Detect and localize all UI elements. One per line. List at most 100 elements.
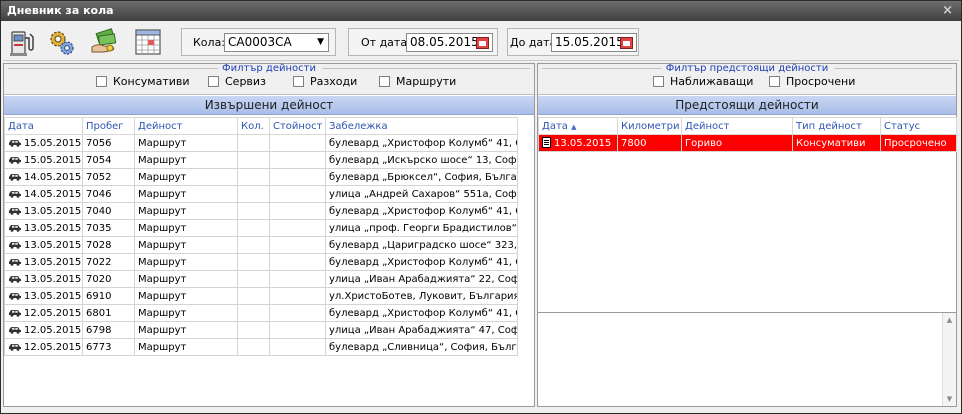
table-row[interactable]: 15.05.2015 7054 Маршрут булевард „Искърско …: [4, 151, 518, 169]
scroll-up-icon[interactable]: ▲: [945, 316, 954, 324]
car-icon: [9, 292, 21, 300]
empty-row: [5, 356, 518, 373]
mileage-cell: 7040: [82, 202, 135, 220]
table-row[interactable]: 13.05.2015 7040 Маршрут булевард „Христофор…: [4, 202, 518, 220]
date-value: 14.05.2015: [24, 188, 82, 200]
value-cell: [269, 219, 326, 237]
table-row[interactable]: 13.05.2015 7022 Маршрут булевард „Христофор…: [4, 253, 518, 271]
money-hand-icon[interactable]: [89, 27, 119, 57]
checkbox-consumables[interactable]: Консумативи: [96, 75, 190, 89]
column-header-status[interactable]: Статус: [880, 117, 957, 135]
details-area: ▲ ▼: [538, 312, 956, 406]
calendar-grid-icon[interactable]: [133, 27, 163, 57]
calendar-icon[interactable]: [476, 37, 489, 49]
from-date-field[interactable]: 08.05.2015: [406, 33, 493, 52]
date-value: 12.05.2015: [24, 324, 82, 336]
mileage-cell: 6910: [82, 287, 135, 305]
table-row[interactable]: 15.05.2015 7056 Маршрут булевард „Христофор…: [4, 134, 518, 152]
date-value: 12.05.2015: [24, 341, 82, 353]
column-header-qty[interactable]: Кол.: [237, 117, 270, 135]
checkbox-routes[interactable]: Маршрути: [379, 75, 456, 89]
value-cell: [269, 270, 326, 288]
from-date-group: От дата: 08.05.2015: [348, 28, 498, 56]
table-row[interactable]: 12.05.2015 6798 Маршрут улица „Иван Арабадж…: [4, 321, 518, 339]
activity-cell: Маршрут: [134, 151, 238, 169]
column-header-date[interactable]: Дата: [4, 117, 83, 135]
table-row[interactable]: 13.05.2015 7028 Маршрут булевард „Цариградс…: [4, 236, 518, 254]
qty-cell: [237, 151, 270, 169]
to-date-field[interactable]: 15.05.2015: [551, 33, 637, 52]
table-row[interactable]: 14.05.2015 7046 Маршрут улица „Андрей Сахар…: [4, 185, 518, 203]
upcoming-activities-table: Дата ▲ Километри Дейност Тип дейност Ста…: [538, 117, 957, 152]
column-header-type[interactable]: Тип дейност: [792, 117, 881, 135]
date-cell: 13.05.2015: [4, 202, 83, 220]
column-header-activity[interactable]: Дейност: [134, 117, 238, 135]
date-value: 13.05.2015: [24, 273, 82, 285]
car-icon: [9, 173, 21, 181]
date-cell: 15.05.2015: [4, 134, 83, 152]
date-value: 13.05.2015: [24, 256, 82, 268]
note-cell: булевард „Христофор Колумб“ 41, Соф: [325, 304, 518, 322]
completed-activities-panel: Филтър дейности Консумативи Сервиз Разхо…: [3, 63, 535, 407]
table-row[interactable]: 12.05.2015 6801 Маршрут булевард „Христофор…: [4, 304, 518, 322]
mileage-cell: 7035: [82, 219, 135, 237]
qty-cell: [237, 185, 270, 203]
empty-row: [5, 373, 518, 390]
checkbox-service[interactable]: Сервиз: [208, 75, 266, 89]
note-cell: улица „Иван Арабаджията“ 22, София, Е: [325, 270, 518, 288]
title-bar[interactable]: Дневник за кола ×: [1, 1, 961, 21]
date-value: 14.05.2015: [24, 171, 82, 183]
upcoming-filter: Филтър предстоящи дейности Наближаващи П…: [538, 63, 956, 95]
qty-cell: [237, 134, 270, 152]
column-header-note[interactable]: Забележка: [325, 117, 518, 135]
activity-cell: Гориво: [681, 134, 793, 152]
note-cell: ул.ХристоБотев, Луковит, България,,: [325, 287, 518, 305]
column-header-mileage[interactable]: Пробег: [82, 117, 135, 135]
table-row[interactable]: 13.05.2015 7020 Маршрут улица „Иван Арабадж…: [4, 270, 518, 288]
mileage-cell: 7056: [82, 134, 135, 152]
window-title: Дневник за кола: [7, 4, 114, 17]
car-icon: [9, 139, 21, 147]
qty-cell: [237, 270, 270, 288]
activity-cell: Маршрут: [134, 338, 238, 356]
value-cell: [269, 287, 326, 305]
table-row[interactable]: 12.05.2015 6773 Маршрут булевард „Сливница“…: [4, 338, 518, 356]
mileage-cell: 7028: [82, 236, 135, 254]
scroll-down-icon[interactable]: ▼: [945, 395, 954, 403]
table-row[interactable]: 14.05.2015 7052 Маршрут булевард „Брюксел“,…: [4, 168, 518, 186]
to-date-group: До дата: 15.05.2015: [507, 28, 639, 56]
chevron-down-icon[interactable]: ▼: [317, 34, 324, 51]
column-header-date[interactable]: Дата ▲: [538, 117, 618, 135]
table-row[interactable]: 13.05.2015 7035 Маршрут улица „проф. Георги…: [4, 219, 518, 237]
date-value: 13.05.2015: [24, 205, 82, 217]
date-cell: 12.05.2015: [4, 304, 83, 322]
activity-cell: Маршрут: [134, 168, 238, 186]
activity-cell: Маршрут: [134, 253, 238, 271]
table-row[interactable]: 13.05.2015 6910 Маршрут ул.ХристоБотев, Лук…: [4, 287, 518, 305]
vertical-scrollbar[interactable]: ▲ ▼: [942, 313, 956, 406]
column-header-value[interactable]: Стойност: [269, 117, 326, 135]
checkbox-approaching[interactable]: Наближаващи: [653, 75, 753, 89]
calendar-icon[interactable]: [620, 37, 633, 49]
checkbox-overdue[interactable]: Просрочени: [769, 75, 855, 89]
note-cell: улица „Андрей Сахаров“ 551а, София, Е: [325, 185, 518, 203]
mileage-cell: 7020: [82, 270, 135, 288]
note-cell: улица „Иван Арабаджията“ 47, София, Е: [325, 321, 518, 339]
column-header-km[interactable]: Километри: [617, 117, 682, 135]
close-icon[interactable]: ×: [942, 1, 953, 21]
gears-icon[interactable]: [47, 27, 77, 57]
activity-cell: Маршрут: [134, 321, 238, 339]
fuel-pump-icon[interactable]: [7, 27, 37, 57]
car-select[interactable]: CA0003CA ▼: [224, 33, 329, 52]
activity-cell: Маршрут: [134, 219, 238, 237]
table-row[interactable]: 13.05.2015 7800 Гориво Консумативи Просрочен…: [538, 134, 957, 152]
column-header-activity[interactable]: Дейност: [681, 117, 793, 135]
activity-filter: Филтър дейности Консумативи Сервиз Разхо…: [4, 63, 534, 95]
car-label: Кола:: [193, 36, 226, 49]
qty-cell: [237, 253, 270, 271]
checkbox-expenses[interactable]: Разходи: [293, 75, 357, 89]
date-cell: 13.05.2015: [4, 270, 83, 288]
activity-cell: Маршрут: [134, 185, 238, 203]
note-cell: булевард „Христофор Колумб“ 41, Соф: [325, 253, 518, 271]
car-icon: [9, 326, 21, 334]
